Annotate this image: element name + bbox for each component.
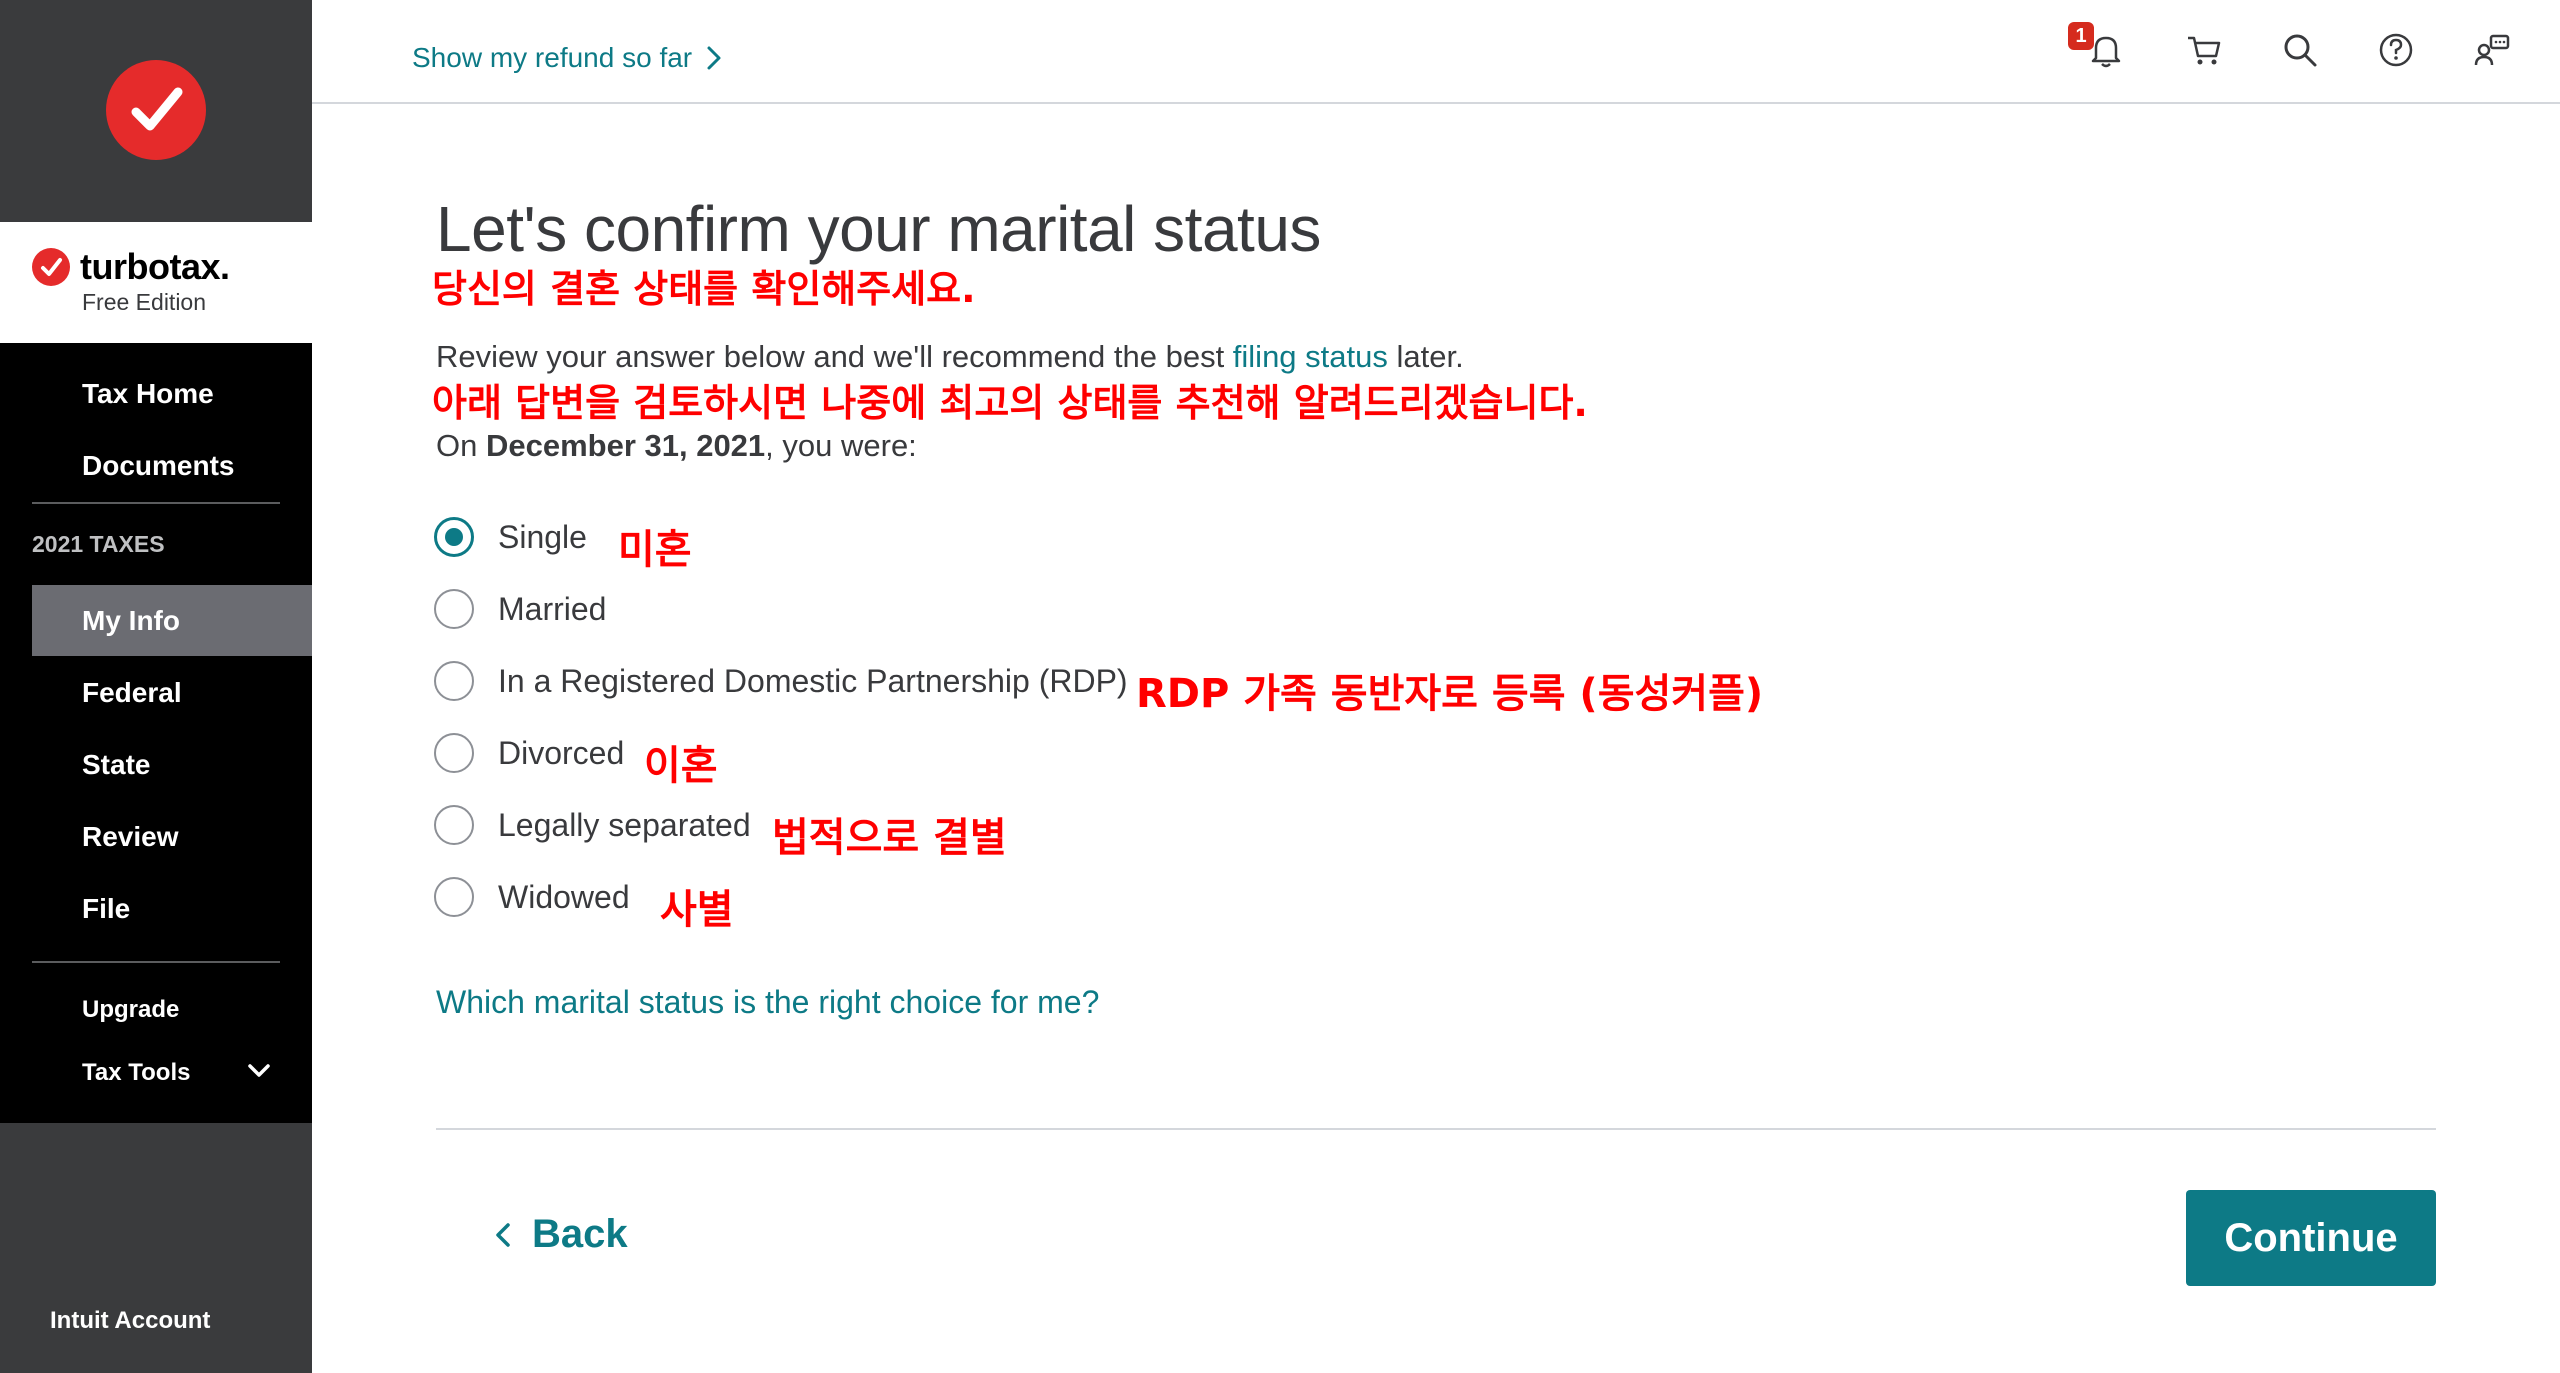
- turbotax-checkmark-logo[interactable]: [106, 60, 206, 160]
- description-text-end: later.: [1387, 339, 1464, 374]
- description-text: Review your answer below and we'll recom…: [436, 339, 1233, 374]
- sidebar-item-state[interactable]: State: [82, 749, 150, 781]
- sidebar-item-federal[interactable]: Federal: [82, 677, 182, 709]
- chevron-down-icon[interactable]: [246, 1058, 272, 1084]
- option-label: Legally separated: [498, 806, 751, 843]
- search-icon[interactable]: [2280, 30, 2320, 70]
- radio-button[interactable]: [434, 733, 474, 773]
- brand-check-icon: [32, 248, 70, 286]
- radio-button[interactable]: [434, 877, 474, 917]
- option-label: Single: [498, 518, 587, 555]
- nav-section-label: 2021 TAXES: [32, 531, 165, 557]
- brand-edition: Free Edition: [82, 289, 207, 315]
- option-label: Divorced: [498, 734, 625, 771]
- chat-icon[interactable]: [2472, 30, 2512, 70]
- option-annotation: 법적으로 결별: [772, 815, 1007, 861]
- marital-option-legally-separated[interactable]: Legally separated: [434, 803, 751, 847]
- date-suffix: , you were:: [765, 428, 917, 463]
- radio-button[interactable]: [434, 661, 474, 701]
- continue-button[interactable]: Continue: [2186, 1190, 2436, 1286]
- option-annotation: RDP 가족 동반자로 등록 (동성커플): [1136, 671, 1764, 717]
- option-label: Married: [498, 590, 607, 627]
- intuit-account-link[interactable]: Intuit Account: [50, 1307, 210, 1335]
- option-annotation: 사별: [660, 887, 734, 933]
- notification-badge: 1: [2068, 22, 2094, 50]
- page-title: Let's confirm your marital status: [436, 193, 1321, 265]
- option-label: Widowed: [498, 878, 630, 915]
- marital-status-help-link[interactable]: Which marital status is the right choice…: [436, 984, 1099, 1021]
- page-description: Review your answer below and we'll recom…: [436, 339, 1464, 375]
- chevron-left-icon: [496, 1222, 510, 1247]
- footer-divider: [436, 1128, 2436, 1130]
- nav-divider: [32, 961, 280, 963]
- back-label: Back: [532, 1212, 628, 1256]
- nav-divider: [32, 502, 280, 504]
- back-button[interactable]: Back: [494, 1212, 628, 1257]
- marital-option-single[interactable]: Single: [434, 515, 587, 559]
- show-refund-link[interactable]: Show my refund so far: [412, 42, 722, 74]
- option-annotation: 이혼: [644, 743, 718, 789]
- radio-button[interactable]: [434, 589, 474, 629]
- filing-status-link[interactable]: filing status: [1233, 339, 1388, 374]
- sidebar-item-review[interactable]: Review: [82, 821, 179, 853]
- description-translation-annotation: 아래 답변을 검토하시면 나중에 최고의 상태를 추천해 알려드리겠습니다.: [432, 381, 1588, 425]
- marital-option-divorced[interactable]: Divorced: [434, 731, 624, 775]
- sidebar-item-file[interactable]: File: [82, 893, 130, 925]
- cart-icon[interactable]: [2184, 30, 2224, 70]
- sidebar: turbotax. Free Edition Tax Home Document…: [0, 0, 312, 1373]
- sidebar-item-tax-tools[interactable]: Tax Tools: [82, 1059, 190, 1087]
- sidebar-item-upgrade[interactable]: Upgrade: [82, 996, 179, 1024]
- title-translation-annotation: 당신의 결혼 상태를 확인해주세요.: [432, 267, 976, 311]
- brand-name: turbotax.: [80, 246, 230, 287]
- logo-area: [0, 0, 312, 222]
- help-icon[interactable]: [2376, 30, 2416, 70]
- date-prefix: On: [436, 428, 486, 463]
- radio-button[interactable]: [434, 805, 474, 845]
- marital-option-widowed[interactable]: Widowed: [434, 875, 630, 919]
- sidebar-item-documents[interactable]: Documents: [82, 450, 234, 482]
- option-label: In a Registered Domestic Partnership (RD…: [498, 662, 1128, 699]
- radio-button[interactable]: [434, 517, 474, 557]
- marital-option-rdp[interactable]: In a Registered Domestic Partnership (RD…: [434, 659, 1128, 703]
- sidebar-item-my-info[interactable]: My Info: [82, 605, 180, 637]
- marital-option-married[interactable]: Married: [434, 587, 606, 631]
- refund-link-label: Show my refund so far: [412, 42, 693, 73]
- date-value: December 31, 2021: [485, 428, 766, 463]
- sidebar-item-tax-home[interactable]: Tax Home: [82, 378, 214, 410]
- option-annotation: 미혼: [618, 527, 692, 573]
- chevron-right-icon: [707, 46, 721, 70]
- date-prompt: On December 31, 2021, you were:: [436, 428, 917, 464]
